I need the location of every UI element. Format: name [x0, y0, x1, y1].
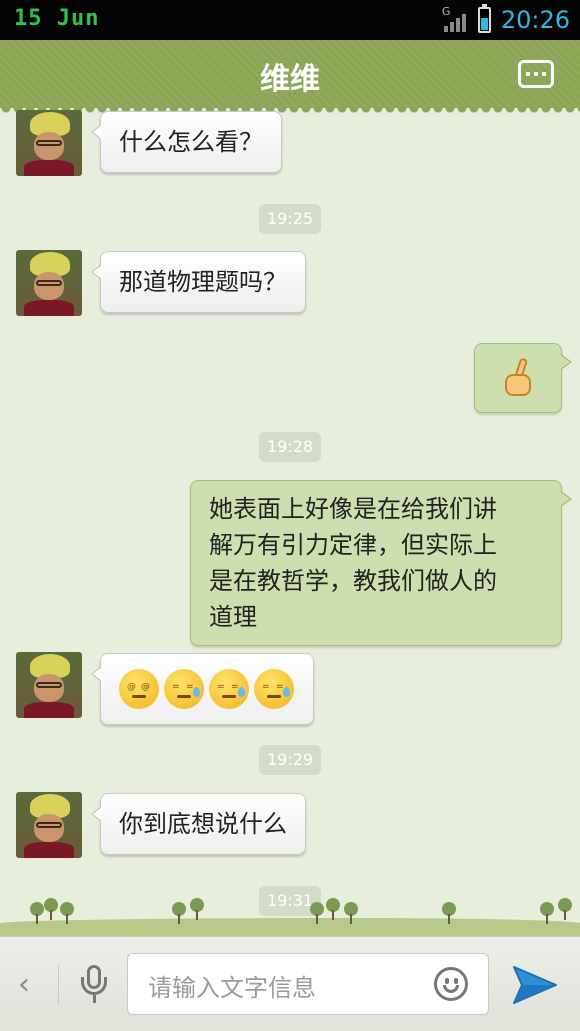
contact-avatar[interactable] [16, 110, 82, 176]
status-time: 20:26 [500, 6, 570, 34]
more-dots-icon [526, 72, 530, 76]
sweat-face-emoji-icon: = = [254, 669, 294, 709]
landscape-decoration [0, 890, 580, 936]
message-timestamp: 19:25 [258, 204, 322, 234]
emoji-picker-icon[interactable] [434, 967, 468, 1001]
chat-history[interactable]: 什么怎么看？ 19:25 那道物理题吗？ 19:28 她表面上好像是在给我们讲 … [0, 108, 580, 936]
contact-avatar[interactable] [16, 250, 82, 316]
collapse-arrow-icon[interactable]: ‹ [18, 967, 30, 1002]
contact-name: 维维 [260, 62, 320, 97]
message-input-bar: ‹ 请输入文字信息 [0, 936, 580, 1031]
network-type-label: G [441, 5, 451, 18]
dizzy-face-emoji-icon: @ @ [119, 669, 159, 709]
divider [58, 965, 59, 1005]
status-bar: 15 Jun G 20:26 [0, 0, 580, 40]
battery-icon [477, 4, 491, 33]
signal-icon: G [441, 5, 468, 34]
message-text: 什么怎么看？ [119, 128, 263, 156]
message-timestamp: 19:29 [258, 745, 322, 775]
chat-header: 维维 [0, 40, 580, 114]
message-text-line: 道理 [209, 603, 257, 631]
message-text-line: 是在教哲学，教我们做人的 [209, 567, 497, 595]
pointing-hand-emoji-icon [497, 357, 537, 398]
more-options-button[interactable] [518, 60, 554, 88]
message-input-placeholder: 请输入文字信息 [148, 974, 316, 1002]
incoming-message-bubble[interactable]: @ @ = = = = = = [91, 653, 314, 725]
outgoing-message-bubble[interactable]: 她表面上好像是在给我们讲 解万有引力定律，但实际上 是在教哲学，教我们做人的 道… [190, 480, 572, 646]
message-text-line: 她表面上好像是在给我们讲 [209, 495, 497, 523]
contact-avatar[interactable] [16, 792, 82, 858]
incoming-message-bubble[interactable]: 那道物理题吗？ [91, 251, 306, 313]
microphone-icon[interactable] [78, 965, 110, 1005]
message-text: 你到底想说什么 [119, 810, 287, 838]
incoming-message-bubble[interactable]: 你到底想说什么 [91, 793, 306, 855]
message-text-line: 解万有引力定律，但实际上 [209, 531, 497, 559]
outgoing-message-bubble[interactable] [474, 343, 572, 413]
send-icon[interactable] [512, 963, 558, 1007]
status-date: 15 Jun [14, 6, 100, 31]
sweat-face-emoji-icon: = = [164, 669, 204, 709]
sweat-face-emoji-icon: = = [209, 669, 249, 709]
incoming-message-bubble[interactable]: 什么怎么看？ [91, 111, 282, 173]
contact-avatar[interactable] [16, 652, 82, 718]
message-input[interactable]: 请输入文字信息 [127, 953, 489, 1015]
message-text: 那道物理题吗？ [119, 268, 287, 296]
message-timestamp: 19:28 [258, 432, 322, 462]
